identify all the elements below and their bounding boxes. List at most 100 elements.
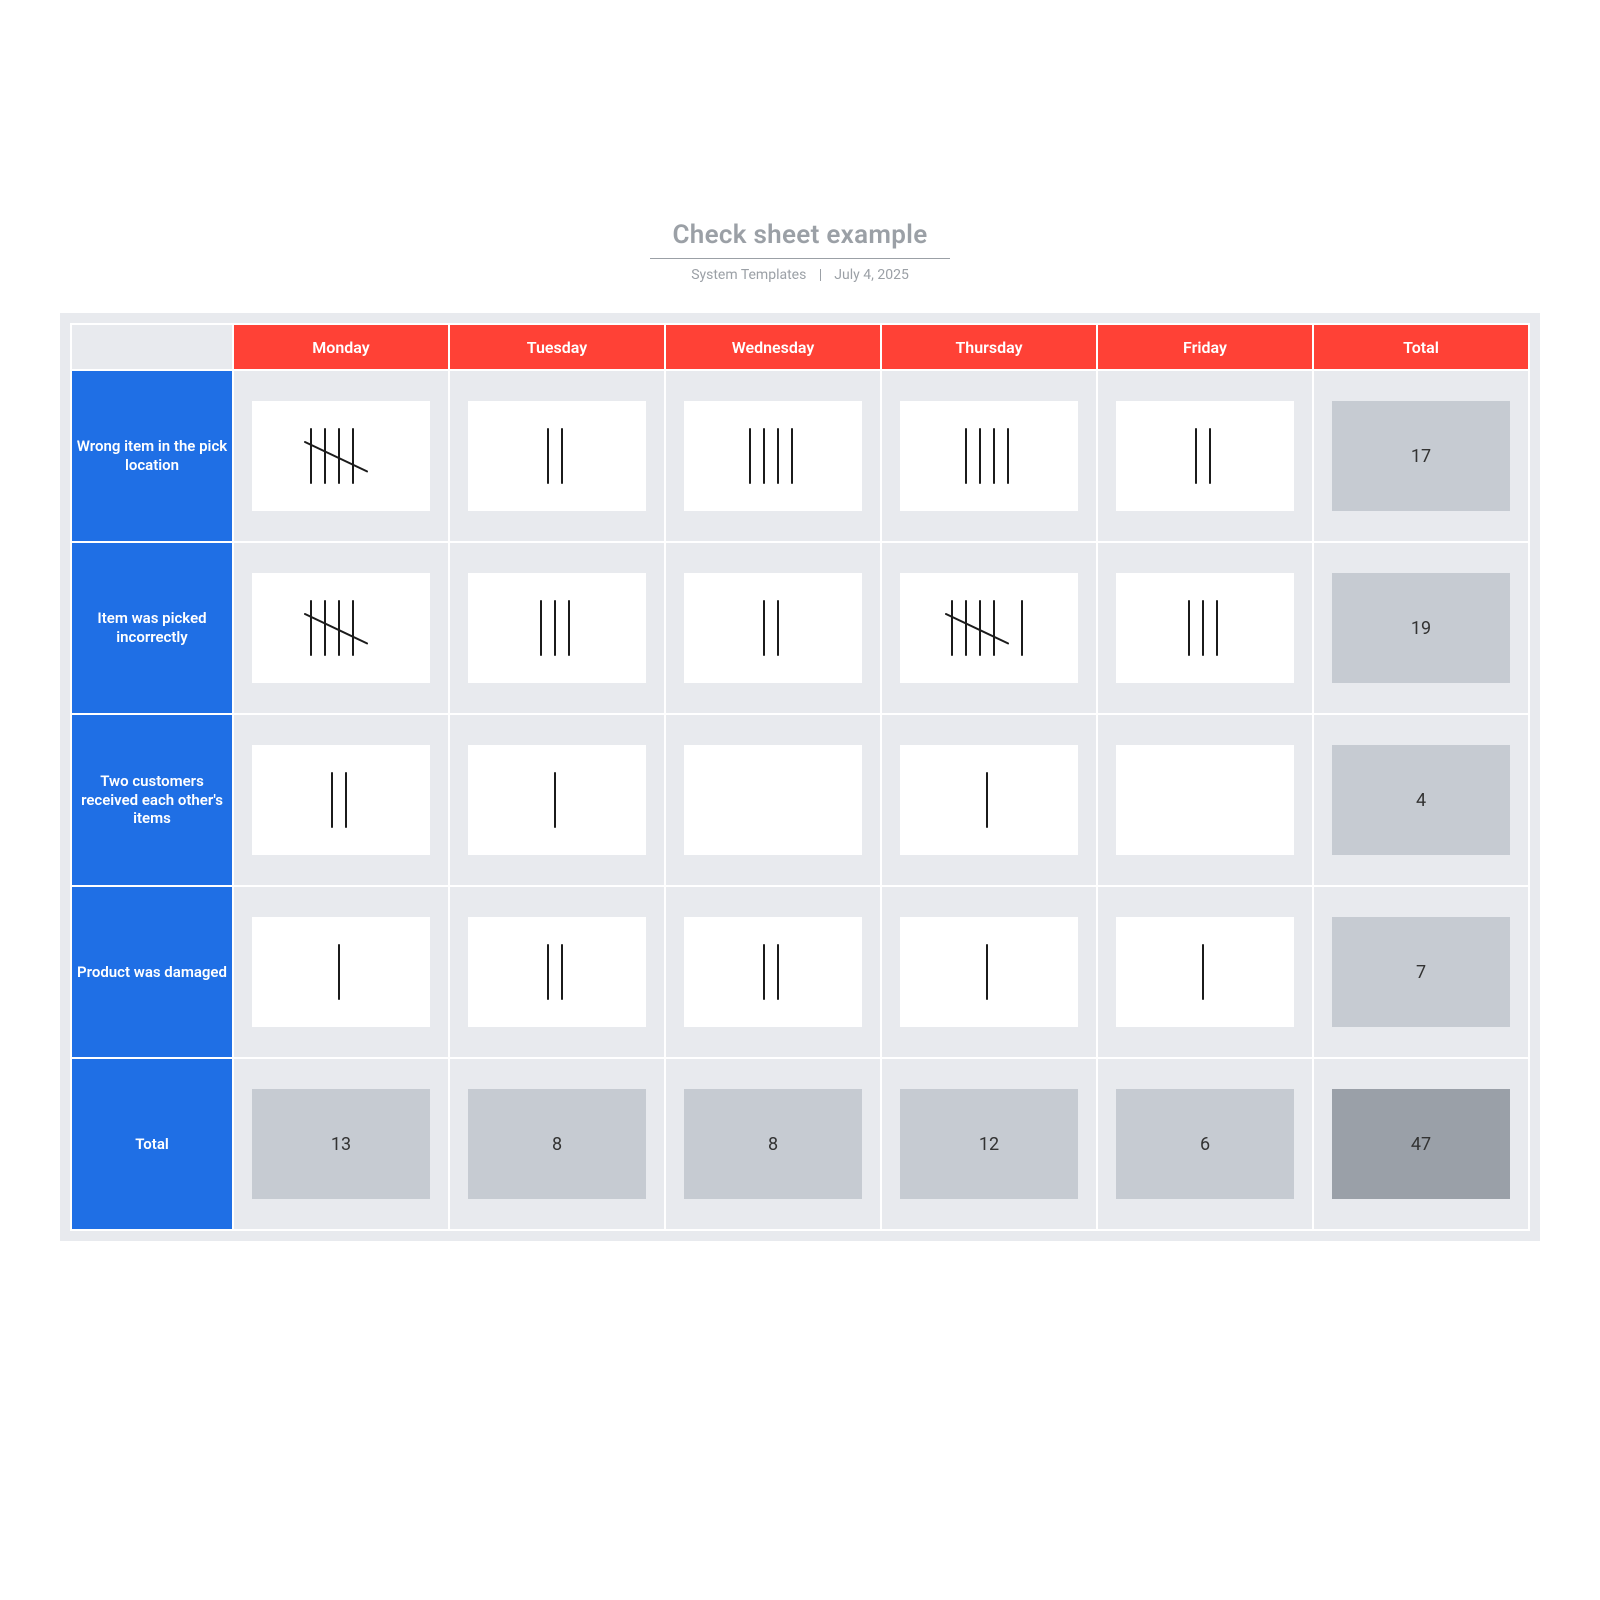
tally-card — [1116, 917, 1294, 1027]
tally-icon — [329, 937, 353, 1007]
tally-cell — [665, 370, 881, 542]
column-total-cell: 12 — [881, 1058, 1097, 1230]
column-total: 8 — [684, 1089, 862, 1199]
row-header: Item was picked incorrectly — [71, 542, 233, 714]
column-header: Thursday — [881, 324, 1097, 370]
tally-card — [684, 745, 862, 855]
tally-icon — [545, 765, 569, 835]
column-total-cell: 8 — [449, 1058, 665, 1230]
tally-card — [1116, 573, 1294, 683]
column-header: Total — [1313, 324, 1529, 370]
row-total: 17 — [1332, 401, 1510, 511]
tally-card — [252, 917, 430, 1027]
tally-cell — [1097, 542, 1313, 714]
tally-icon — [538, 421, 576, 491]
tally-cell — [881, 886, 1097, 1058]
tally-icon — [740, 421, 806, 491]
tally-cell — [1097, 370, 1313, 542]
tally-cell — [233, 370, 449, 542]
column-total-cell: 8 — [665, 1058, 881, 1230]
table-row: Two customers received each other's item… — [71, 714, 1529, 886]
tally-card — [900, 745, 1078, 855]
tally-cell — [665, 542, 881, 714]
page-subtitle: System Templates July 4, 2025 — [0, 267, 1600, 283]
tally-card — [684, 573, 862, 683]
tally-cell — [665, 886, 881, 1058]
column-total: 6 — [1116, 1089, 1294, 1199]
tally-card — [468, 573, 646, 683]
table-row: Product was damaged 7 — [71, 886, 1529, 1058]
row-total-cell: 4 — [1313, 714, 1529, 886]
grand-total-cell: 47 — [1313, 1058, 1529, 1230]
tally-cell — [449, 714, 665, 886]
tally-cell — [233, 542, 449, 714]
tally-icon — [956, 421, 1022, 491]
table-body: Wrong item in the pick location 17 Item wa… — [71, 370, 1529, 1230]
tally-card — [468, 401, 646, 511]
tally-icon — [1186, 421, 1224, 491]
tally-cell — [233, 886, 449, 1058]
tally-icon — [754, 593, 792, 663]
row-header: Product was damaged — [71, 886, 233, 1058]
column-header: Tuesday — [449, 324, 665, 370]
tally-icon — [1179, 593, 1231, 663]
tally-cell — [1097, 886, 1313, 1058]
tally-icon — [322, 765, 360, 835]
subtitle-separator — [820, 269, 821, 281]
column-total: 12 — [900, 1089, 1078, 1199]
tally-card — [252, 573, 430, 683]
tally-card — [900, 917, 1078, 1027]
row-total: 7 — [1332, 917, 1510, 1027]
tally-icon — [754, 937, 792, 1007]
row-header: Two customers received each other's item… — [71, 714, 233, 886]
tally-card — [468, 917, 646, 1027]
header-row: MondayTuesdayWednesdayThursdayFridayTota… — [71, 324, 1529, 370]
column-total: 8 — [468, 1089, 646, 1199]
tally-cell — [665, 714, 881, 886]
tally-cell — [881, 714, 1097, 886]
tally-icon — [1193, 937, 1217, 1007]
row-total-cell: 7 — [1313, 886, 1529, 1058]
row-total: 4 — [1332, 745, 1510, 855]
grand-total: 47 — [1332, 1089, 1510, 1199]
column-header: Monday — [233, 324, 449, 370]
row-total-cell: 17 — [1313, 370, 1529, 542]
tally-card — [1116, 745, 1294, 855]
tally-card — [900, 573, 1078, 683]
tally-icon — [531, 593, 583, 663]
tally-cell — [449, 886, 665, 1058]
title-block: Check sheet example System Templates Jul… — [0, 220, 1600, 283]
column-total: 13 — [252, 1089, 430, 1199]
date-label: July 4, 2025 — [834, 267, 909, 283]
tally-cell — [881, 370, 1097, 542]
row-total-cell: 19 — [1313, 542, 1529, 714]
row-header: Wrong item in the pick location — [71, 370, 233, 542]
check-sheet-table: MondayTuesdayWednesdayThursdayFridayTota… — [70, 323, 1530, 1231]
tally-cell — [1097, 714, 1313, 886]
tally-card — [900, 401, 1078, 511]
tally-card — [252, 401, 430, 511]
column-header: Wednesday — [665, 324, 881, 370]
tally-card — [684, 917, 862, 1027]
tally-card — [684, 401, 862, 511]
tally-icon — [301, 421, 381, 491]
column-header: Friday — [1097, 324, 1313, 370]
column-total-cell: 13 — [233, 1058, 449, 1230]
corner-cell — [71, 324, 233, 370]
tally-icon — [538, 937, 576, 1007]
column-total-cell: 6 — [1097, 1058, 1313, 1230]
tally-icon — [942, 593, 1036, 663]
tally-icon — [977, 765, 1001, 835]
tally-cell — [233, 714, 449, 886]
tally-cell — [449, 542, 665, 714]
tally-cell — [881, 542, 1097, 714]
tally-card — [252, 745, 430, 855]
tally-cell — [449, 370, 665, 542]
table-row: Item was picked incorrectly 19 — [71, 542, 1529, 714]
totals-row: Total13 88 12 6 47 — [71, 1058, 1529, 1230]
row-total: 19 — [1332, 573, 1510, 683]
author-label: System Templates — [691, 267, 806, 283]
row-header-total: Total — [71, 1058, 233, 1230]
tally-card — [468, 745, 646, 855]
page-title: Check sheet example — [650, 220, 950, 259]
